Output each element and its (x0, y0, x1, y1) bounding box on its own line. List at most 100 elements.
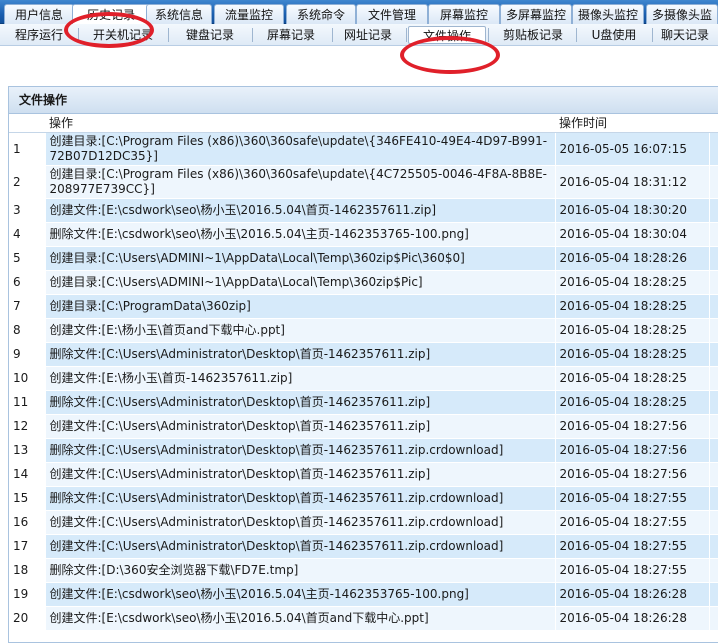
subtab-7[interactable]: 剪贴板记录 (492, 26, 574, 44)
subtab-3[interactable]: 键盘记录 (170, 26, 250, 44)
tab-5[interactable]: 系统命令 (286, 4, 356, 24)
row-time: 2016-05-04 18:27:55 (555, 510, 710, 535)
table-row[interactable]: 18 删除文件:[D:\360安全浏览器下载\FD7E.tmp] 2016-05-0… (9, 558, 718, 583)
subtab-9[interactable]: 聊天记录 (652, 26, 718, 44)
subtab-1[interactable]: 程序运行 (2, 26, 76, 44)
table-row[interactable]: 1 创建目录:[C:\Program Files (x86)\360\360saf… (9, 132, 718, 166)
subtab-divider (576, 28, 577, 42)
row-index: 1 (9, 132, 46, 166)
tab-9[interactable]: 摄像头监控 (572, 4, 644, 24)
table-row[interactable]: 16 创建文件:[C:\Users\Administrator\Desktop\首… (9, 510, 718, 535)
row-time: 2016-05-04 18:28:25 (555, 342, 710, 367)
row-pad (709, 132, 718, 166)
table-row[interactable]: 11 删除文件:[C:\Users\Administrator\Desktop\首… (9, 390, 718, 415)
tab-7[interactable]: 屏幕监控 (428, 4, 500, 24)
table-row[interactable]: 5 创建目录:[C:\Users\ADMINI~1\AppData\Local\T… (9, 246, 718, 271)
row-operation: 创建文件:[E:\杨小玉\首页and下载中心.ppt] (45, 318, 556, 343)
table-row[interactable]: 6 创建目录:[C:\Users\ADMINI~1\AppData\Local\T… (9, 270, 718, 295)
row-index: 5 (9, 246, 46, 271)
table-row[interactable]: 19 创建文件:[E:\csdwork\seo\杨小玉\2016.5.04\主页-… (9, 582, 718, 607)
row-index: 8 (9, 318, 46, 343)
row-time: 2016-05-04 18:28:26 (555, 246, 710, 271)
tab-6[interactable]: 文件管理 (356, 4, 428, 24)
row-operation: 删除文件:[E:\csdwork\seo\杨小玉\2016.5.04\主页-14… (45, 222, 556, 247)
row-index: 17 (9, 534, 46, 559)
table-row[interactable]: 13 删除文件:[C:\Users\Administrator\Desktop\首… (9, 438, 718, 463)
row-pad (709, 165, 718, 199)
row-index: 4 (9, 222, 46, 247)
row-index: 14 (9, 462, 46, 487)
row-pad (709, 534, 718, 559)
row-operation: 删除文件:[C:\Users\Administrator\Desktop\首页-… (45, 438, 556, 463)
table-row[interactable]: 8 创建文件:[E:\杨小玉\首页and下载中心.ppt] 2016-05-04 1… (9, 318, 718, 343)
table-row[interactable]: 9 删除文件:[C:\Users\Administrator\Desktop\首页… (9, 342, 718, 367)
row-time: 2016-05-04 18:27:56 (555, 462, 710, 487)
row-time: 2016-05-04 18:26:28 (555, 582, 710, 607)
row-operation: 创建目录:[C:\ProgramData\360zip] (45, 294, 556, 319)
row-operation: 创建文件:[C:\Users\Administrator\Desktop\首页-… (45, 462, 556, 487)
row-index: 12 (9, 414, 46, 439)
row-index: 9 (9, 342, 46, 367)
main-tab-bar: 用户信息 历史记录 系统信息 流量监控 系统命令 文件管理 屏幕监控 多屏幕监控 摄像头监控 多摄… (0, 0, 718, 24)
file-operation-panel: 文件操作 操作 操作时间 1 创建目录:[C:\Program Files (x8… (8, 86, 718, 643)
tab-2[interactable]: 历史记录 (72, 4, 150, 24)
table-row[interactable]: 7 创建目录:[C:\ProgramData\360zip] 2016-05-04 … (9, 294, 718, 319)
row-pad (709, 486, 718, 511)
subtab-5[interactable]: 网址记录 (332, 26, 404, 44)
row-operation: 创建文件:[C:\Users\Administrator\Desktop\首页-… (45, 414, 556, 439)
row-operation: 创建文件:[E:\csdwork\seo\杨小玉\2016.5.04\首页-14… (45, 198, 556, 223)
tab-10[interactable]: 多摄像头监 (646, 4, 718, 24)
file-operation-table: 操作 操作时间 1 创建目录:[C:\Program Files (x86)\36… (9, 114, 718, 631)
row-pad (709, 414, 718, 439)
row-pad (709, 390, 718, 415)
row-pad (709, 438, 718, 463)
tab-3[interactable]: 系统信息 (146, 4, 212, 24)
table-header-row: 操作 操作时间 (9, 114, 718, 133)
subtab-divider (78, 28, 79, 42)
column-header-index (9, 114, 45, 133)
tab-1[interactable]: 用户信息 (4, 4, 74, 24)
row-operation: 创建目录:[C:\Program Files (x86)\360\360safe… (45, 165, 556, 199)
subtab-4[interactable]: 屏幕记录 (252, 26, 330, 44)
row-index: 16 (9, 510, 46, 535)
row-pad (709, 606, 718, 631)
subtab-2[interactable]: 开关机记录 (80, 26, 166, 44)
row-index: 15 (9, 486, 46, 511)
row-pad (709, 270, 718, 295)
row-operation: 删除文件:[C:\Users\Administrator\Desktop\首页-… (45, 390, 556, 415)
table-row[interactable]: 14 创建文件:[C:\Users\Administrator\Desktop\首… (9, 462, 718, 487)
row-operation: 创建目录:[C:\Users\ADMINI~1\AppData\Local\Te… (45, 246, 556, 271)
subtab-6[interactable]: 文件操作 (408, 26, 486, 44)
tab-8[interactable]: 多屏幕监控 (500, 4, 572, 24)
table-row[interactable]: 10 创建文件:[E:\杨小玉\首页-1462357611.zip] 2016-05… (9, 366, 718, 391)
table-row[interactable]: 3 创建文件:[E:\csdwork\seo\杨小玉\2016.5.04\首页-1… (9, 198, 718, 223)
row-index: 3 (9, 198, 46, 223)
table-row[interactable]: 2 创建目录:[C:\Program Files (x86)\360\360saf… (9, 165, 718, 199)
row-pad (709, 294, 718, 319)
row-operation: 创建文件:[E:\杨小玉\首页-1462357611.zip] (45, 366, 556, 391)
table-row[interactable]: 20 创建文件:[E:\csdwork\seo\杨小玉\2016.5.04\首页a… (9, 606, 718, 631)
row-index: 13 (9, 438, 46, 463)
row-pad (709, 222, 718, 247)
table-row[interactable]: 12 创建文件:[C:\Users\Administrator\Desktop\首… (9, 414, 718, 439)
row-index: 2 (9, 165, 46, 199)
row-time: 2016-05-04 18:27:55 (555, 534, 710, 559)
table-row[interactable]: 17 创建文件:[C:\Users\Administrator\Desktop\首… (9, 534, 718, 559)
row-index: 6 (9, 270, 46, 295)
row-time: 2016-05-04 18:28:25 (555, 366, 710, 391)
subtab-divider (488, 28, 489, 42)
row-index: 11 (9, 390, 46, 415)
row-operation: 删除文件:[D:\360安全浏览器下载\FD7E.tmp] (45, 558, 556, 583)
row-index: 7 (9, 294, 46, 319)
table-row[interactable]: 15 删除文件:[C:\Users\Administrator\Desktop\首… (9, 486, 718, 511)
table-row[interactable]: 4 删除文件:[E:\csdwork\seo\杨小玉\2016.5.04\主页-1… (9, 222, 718, 247)
row-pad (709, 582, 718, 607)
subtab-8[interactable]: U盘使用 (578, 26, 650, 44)
tab-4[interactable]: 流量监控 (214, 4, 284, 24)
row-time: 2016-05-04 18:28:25 (555, 294, 710, 319)
column-header-pad (709, 114, 718, 133)
row-time: 2016-05-05 16:07:15 (555, 132, 710, 166)
row-index: 10 (9, 366, 46, 391)
sub-tab-bar: 程序运行 开关机记录 键盘记录 屏幕记录 网址记录 文件操作 剪贴板记录 U盘使用 聊天记录 (0, 24, 718, 46)
row-operation: 创建目录:[C:\Program Files (x86)\360\360safe… (45, 132, 556, 166)
